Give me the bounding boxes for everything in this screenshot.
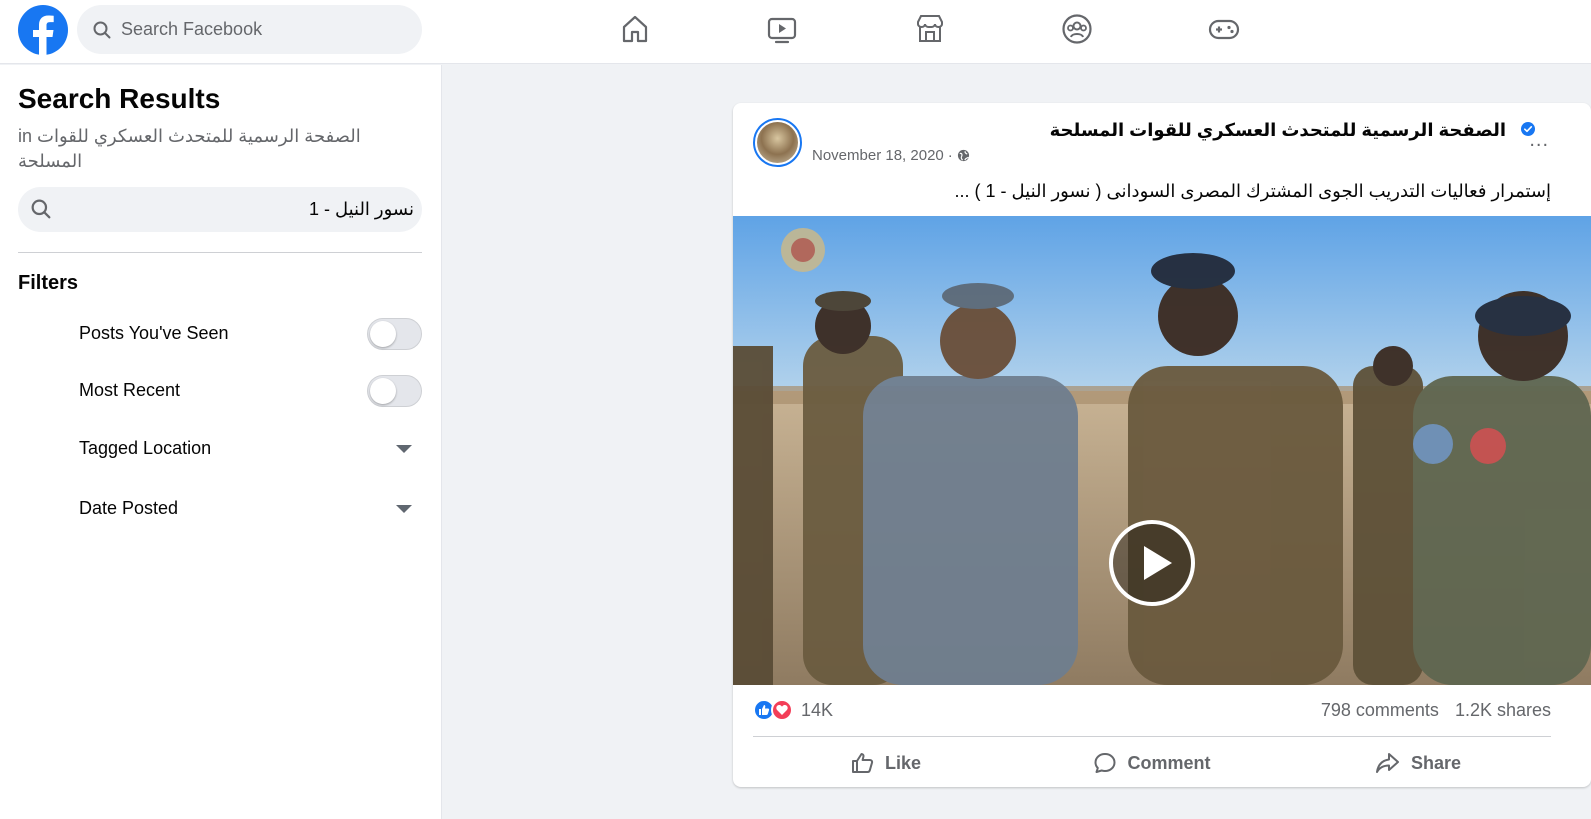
reactions-summary[interactable]: 14K [753, 699, 833, 721]
posts-youve-seen-toggle[interactable] [367, 318, 422, 350]
facebook-logo-icon[interactable] [18, 5, 68, 55]
more-options-button[interactable]: ... [1529, 129, 1549, 152]
share-icon [1375, 753, 1399, 773]
love-reaction-icon [771, 699, 793, 721]
comment-label: Comment [1127, 752, 1211, 773]
reaction-count[interactable]: 14K [801, 700, 833, 721]
globe-icon [957, 149, 969, 162]
search-scope: in الصفحة الرسمية للمتحدث العسكري للقوات… [18, 124, 388, 174]
like-button[interactable]: Like [753, 743, 1019, 783]
top-navigation-bar: Search Facebook [0, 0, 1591, 64]
shares-count[interactable]: 1.2K shares [1455, 700, 1551, 720]
thumbs-up-icon [851, 753, 874, 773]
home-icon[interactable] [618, 12, 652, 46]
comment-icon [1094, 753, 1116, 773]
comment-button[interactable]: Comment [1019, 743, 1285, 783]
post-actions: Like Comment Share [753, 743, 1551, 783]
search-bar[interactable]: Search Facebook [77, 5, 422, 54]
caret-down-icon[interactable] [396, 505, 412, 513]
marketplace-icon[interactable] [913, 12, 947, 46]
post-author-name[interactable]: الصفحة الرسمية للمتحدث العسكري للقوات ال… [1050, 120, 1506, 141]
page-avatar[interactable] [753, 118, 802, 167]
post-stats: 14K 798 comments 1.2K shares [753, 699, 1551, 723]
search-icon [31, 199, 51, 219]
comments-count[interactable]: 798 comments [1321, 700, 1439, 720]
page-search-field[interactable]: نسور النيل - 1 [18, 187, 422, 232]
search-scope-page[interactable]: الصفحة الرسمية للمتحدث العسكري للقوات ال… [18, 126, 361, 171]
post-date[interactable]: November 18, 2020 [812, 147, 944, 164]
search-results-sidebar: Search Results in الصفحة الرسمية للمتحدث… [0, 65, 442, 819]
play-icon [1144, 546, 1172, 580]
meta-separator: · [947, 147, 953, 164]
share-label: Share [1410, 752, 1462, 773]
page-search-input[interactable]: نسور النيل - 1 [309, 199, 414, 220]
gaming-icon[interactable] [1207, 12, 1241, 46]
filter-tagged-location[interactable]: Tagged Location [79, 431, 422, 467]
filter-label: Tagged Location [79, 438, 212, 458]
caret-down-icon[interactable] [396, 445, 412, 453]
toggle-knob [370, 321, 396, 347]
filter-posts-youve-seen[interactable]: Posts You've Seen [79, 316, 422, 352]
search-icon [93, 21, 111, 38]
toggle-knob [370, 378, 396, 404]
groups-icon[interactable] [1060, 12, 1094, 46]
filter-most-recent[interactable]: Most Recent [79, 373, 422, 409]
share-button[interactable]: Share [1285, 743, 1551, 783]
avatar-image [757, 122, 798, 163]
divider [18, 252, 422, 253]
video-thumbnail [733, 216, 1591, 685]
play-button[interactable] [1109, 520, 1195, 606]
search-input[interactable]: Search Facebook [121, 19, 262, 40]
filter-label: Date Posted [79, 498, 179, 518]
divider [753, 736, 1551, 737]
post-meta: November 18, 2020 · [812, 147, 970, 164]
watch-icon[interactable] [765, 12, 799, 46]
filter-date-posted[interactable]: Date Posted [79, 491, 422, 527]
most-recent-toggle[interactable] [367, 375, 422, 407]
filter-label: Most Recent [79, 380, 181, 400]
like-label: Like [884, 752, 922, 773]
sidebar-title: Search Results [18, 83, 221, 114]
post-video[interactable] [733, 216, 1591, 685]
engagement-counts: 798 comments 1.2K shares [1321, 700, 1551, 721]
post-card: الصفحة الرسمية للمتحدث العسكري للقوات ال… [733, 103, 1591, 787]
filters-heading: Filters [18, 272, 79, 294]
post-text: إستمرار فعاليات التدريب الجوى المشترك ال… [954, 181, 1552, 201]
filter-label: Posts You've Seen [79, 323, 229, 343]
search-scope-prefix: in [18, 126, 33, 146]
